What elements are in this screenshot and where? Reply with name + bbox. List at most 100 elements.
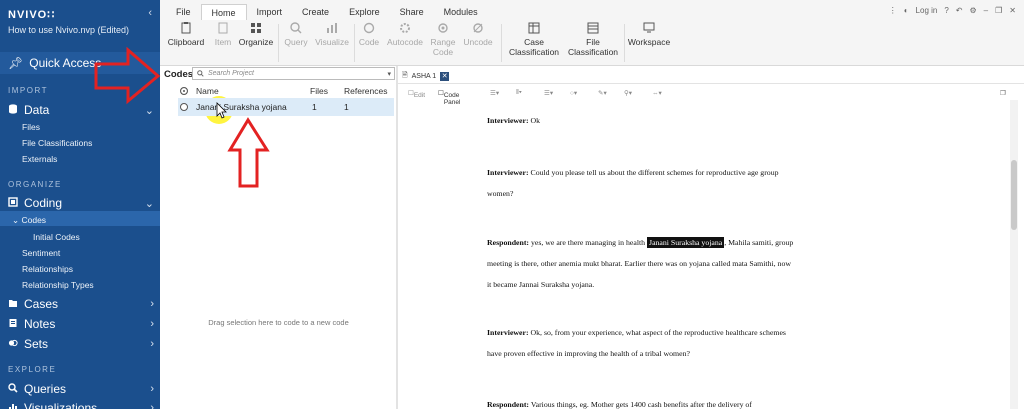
code-button[interactable]: Code xyxy=(357,22,381,47)
scrollbar-thumb[interactable] xyxy=(1011,160,1017,230)
sidebar-item-coding[interactable]: Coding ⌄ xyxy=(8,196,154,210)
settings-icon[interactable]: ⚙ xyxy=(970,6,977,15)
item-icon xyxy=(218,22,228,34)
tab-explore[interactable]: Explore xyxy=(339,4,390,20)
paragraph-text: yes, we are there managing in health xyxy=(529,238,648,247)
close-icon[interactable]: ✕ xyxy=(1009,6,1016,15)
divider xyxy=(501,24,502,62)
button-label: File xyxy=(586,37,600,47)
sidebar-item-codes[interactable]: ⌄ Codes xyxy=(12,215,46,226)
speaker-label: Interviewer: xyxy=(487,328,529,337)
range-code-button[interactable]: Range Code xyxy=(429,22,457,57)
undo-icon[interactable]: ↶ xyxy=(956,6,963,15)
codes-column-header: Name Files References xyxy=(160,84,397,98)
sidebar-item-visualizations[interactable]: Visualizations › xyxy=(8,401,154,409)
sidebar-item-initial-codes[interactable]: Initial Codes xyxy=(33,232,80,242)
section-import: IMPORT xyxy=(8,86,48,95)
tab-home[interactable]: Home xyxy=(200,4,247,20)
coding-stripes-dropdown-icon[interactable]: ⫴▾ xyxy=(516,89,522,97)
more-icon[interactable]: ⋮ xyxy=(889,6,897,15)
search-icon xyxy=(197,69,204,79)
pane-divider[interactable] xyxy=(396,66,398,409)
sidebar-item-sets[interactable]: Sets › xyxy=(8,337,154,351)
chevron-down-icon[interactable]: ▾ xyxy=(387,70,394,78)
speaker-label: Interviewer: xyxy=(487,168,529,177)
code-circle-dropdown-icon[interactable]: ○▾ xyxy=(570,89,577,97)
paragraph-text: Could you please tell us about the diffe… xyxy=(487,168,779,198)
query-button[interactable]: Query xyxy=(282,22,310,47)
close-icon[interactable]: ✕ xyxy=(440,72,450,81)
sidebar-item-label: Sets xyxy=(24,337,49,351)
sidebar-item-file-classifications[interactable]: File Classifications xyxy=(22,138,92,148)
sidebar-item-relationships[interactable]: Relationships xyxy=(22,264,73,274)
sidebar-item-files[interactable]: Files xyxy=(22,122,40,132)
login-link[interactable]: Log in xyxy=(916,6,938,15)
button-label: Uncode xyxy=(463,37,493,47)
pen-dropdown-icon[interactable]: ✎▾ xyxy=(598,89,607,97)
clipboard-icon xyxy=(181,22,191,34)
sidebar-item-externals[interactable]: Externals xyxy=(22,154,57,164)
autocode-button[interactable]: Autocode xyxy=(385,22,425,47)
button-label: Visualize xyxy=(315,37,349,47)
collapse-sidebar-button[interactable]: ‹ xyxy=(148,7,152,19)
document-toolbar: ☐ Edit ☐ Code Panel ☰▾ ⫴▾ ☰▾ ○▾ ✎▾ ⚲▾ ⇔▾… xyxy=(398,86,1024,106)
annotation-arrow-up xyxy=(227,117,270,188)
sidebar-item-relationship-types[interactable]: Relationship Types xyxy=(22,280,94,290)
visualize-icon xyxy=(327,23,337,33)
document-scrollbar[interactable] xyxy=(1010,100,1018,409)
button-label: Code xyxy=(358,37,380,47)
tab-share[interactable]: Share xyxy=(390,4,434,20)
zoom-dropdown-icon[interactable]: ⚲▾ xyxy=(624,89,632,97)
section-explore: EXPLORE xyxy=(8,365,57,374)
help-icon[interactable]: ? xyxy=(944,6,948,15)
sidebar-item-cases[interactable]: Cases › xyxy=(8,297,154,311)
restore-icon[interactable]: ❐ xyxy=(995,6,1002,15)
button-label: Range xyxy=(430,37,456,47)
button-label: Organize xyxy=(238,37,274,47)
annotations-dropdown-icon[interactable]: ☰▾ xyxy=(544,89,553,97)
table-row[interactable]: Janani Suraksha yojana 1 1 xyxy=(178,98,394,116)
sidebar-item-notes[interactable]: Notes › xyxy=(8,317,154,331)
document-tab[interactable]: 🗎︎ ASHA 1 ✕ xyxy=(402,71,450,82)
column-references[interactable]: References xyxy=(344,86,387,96)
ribbon-tabs: File Home Import Create Explore Share Mo… xyxy=(160,4,488,20)
uncode-button[interactable]: Uncode xyxy=(461,22,495,47)
speaker-label: Respondent: xyxy=(487,400,530,409)
select-all-radio[interactable] xyxy=(180,87,188,95)
link-dropdown-icon[interactable]: ⇔▾ xyxy=(652,89,662,97)
paragraph-text: Various things, eg. Mother gets 1400 cas… xyxy=(529,400,752,409)
sidebar-item-label: Data xyxy=(24,103,50,117)
tab-modules[interactable]: Modules xyxy=(434,4,488,20)
organize-button[interactable]: Organize xyxy=(237,22,275,47)
edit-checkbox[interactable]: ☐ Edit xyxy=(408,89,425,99)
search-placeholder: Search Project xyxy=(208,70,254,77)
sidebar-item-sentiment[interactable]: Sentiment xyxy=(22,248,60,258)
minimize-icon[interactable]: – xyxy=(984,6,988,15)
item-button[interactable]: Item xyxy=(212,22,234,47)
clipboard-button[interactable]: Clipboard xyxy=(164,22,208,47)
selected-text[interactable]: Janani Suraksha yojana xyxy=(647,237,725,248)
quick-access-label: Quick Access xyxy=(29,56,102,70)
tab-create[interactable]: Create xyxy=(292,4,339,20)
highlight-dropdown-icon[interactable]: ☰▾ xyxy=(490,89,499,97)
quick-access-item[interactable]: 📌︎ Quick Access xyxy=(0,52,160,74)
workspace-button[interactable]: Workspace xyxy=(626,22,672,47)
navigation-sidebar: NVIVO∷ ‹ How to use Nvivo.nvp (Edited) 📌… xyxy=(0,0,160,409)
visualize-button[interactable]: Visualize xyxy=(314,22,350,47)
search-icon xyxy=(8,382,18,396)
document-icon: 🗎︎ xyxy=(402,72,408,79)
column-name[interactable]: Name xyxy=(196,86,219,96)
sidebar-item-data[interactable]: Data ⌄ xyxy=(8,103,154,117)
search-project-field[interactable]: Search Project ▾ xyxy=(192,67,395,80)
divider xyxy=(354,24,355,62)
row-radio[interactable] xyxy=(180,103,188,111)
code-panel-checkbox[interactable]: ☐ Code Panel xyxy=(438,89,460,106)
column-files[interactable]: Files xyxy=(310,86,328,96)
sidebar-item-queries[interactable]: Queries › xyxy=(8,382,154,396)
expand-icon[interactable]: ❐ xyxy=(1000,89,1006,97)
file-classification-button[interactable]: File Classification xyxy=(564,22,622,57)
notification-icon[interactable]: ◐ xyxy=(904,6,909,15)
tab-file[interactable]: File xyxy=(166,4,201,20)
tab-import[interactable]: Import xyxy=(247,4,293,20)
case-classification-button[interactable]: Case Classification xyxy=(505,22,563,57)
